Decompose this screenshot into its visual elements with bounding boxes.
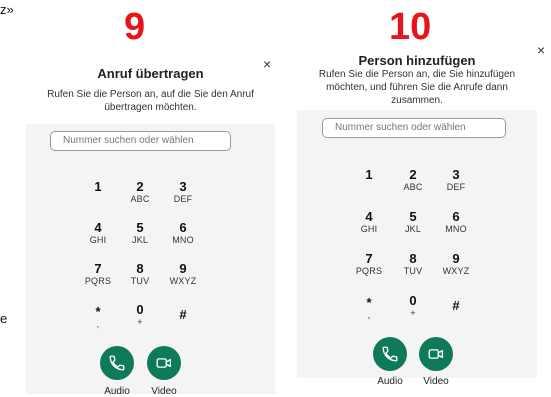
key-5[interactable]: 5 JKL [393, 209, 433, 235]
key-9[interactable]: 9 WXYZ [163, 261, 203, 287]
key-digit: 6 [452, 209, 460, 224]
key-letters: TUV [403, 266, 423, 276]
audio-label: Audio [104, 386, 130, 397]
key-letters: + [410, 308, 416, 318]
search-input[interactable]: Nummer suchen oder wählen [50, 131, 231, 151]
video-label: Video [151, 386, 177, 397]
key-digit: 7 [94, 261, 102, 276]
close-icon[interactable]: × [263, 56, 271, 72]
key-letters: MNO [172, 235, 194, 245]
video-label: Video [423, 376, 449, 387]
key-2[interactable]: 2 ABC [393, 167, 433, 193]
panel-subtitle-line-1: Rufen Sie die Person an, die Sie hinzufü… [318, 69, 516, 80]
key-letters: WXYZ [442, 266, 470, 276]
key-4[interactable]: 4 GHI [349, 209, 389, 235]
key-letters: MNO [445, 224, 467, 234]
key-letters: ABC [403, 182, 423, 192]
key-letters: WXYZ [169, 276, 197, 286]
key-6[interactable]: 6 MNO [163, 220, 203, 246]
audio-call-button[interactable] [373, 337, 407, 371]
key-3[interactable]: 3 DEF [436, 167, 476, 193]
key-digit: 7 [365, 251, 373, 266]
key-8[interactable]: 8 TUV [393, 251, 433, 277]
key-8[interactable]: 8 TUV [120, 261, 160, 287]
key-digit: 0 [136, 302, 144, 317]
key-4[interactable]: 4 GHI [78, 220, 118, 246]
key-0[interactable]: 0 + [120, 302, 160, 328]
panel-title: Anruf übertragen [97, 66, 204, 81]
key-hash[interactable]: # [436, 299, 476, 313]
video-camera-icon [428, 349, 444, 359]
key-letters: GHI [360, 224, 378, 234]
key-digit: 4 [365, 209, 373, 224]
key-digit: 5 [136, 220, 144, 235]
key-digit: # [179, 307, 187, 322]
key-digit: 3 [452, 167, 460, 182]
key-0[interactable]: 0 + [393, 293, 433, 319]
key-1[interactable]: 1 [78, 180, 118, 194]
key-letters: GHI [89, 235, 107, 245]
key-digit: 1 [365, 167, 373, 182]
key-digit: 3 [179, 179, 187, 194]
key-digit: 1 [94, 179, 102, 194]
add-person-panel: Person hinzufügen Rufen Sie die Person a… [297, 44, 537, 387]
edge-text-middle: e [0, 311, 8, 326]
key-digit: 0 [409, 293, 417, 308]
panel-title: Person hinzufügen [358, 53, 476, 68]
key-letters: , [96, 319, 100, 329]
key-letters: DEF [446, 182, 466, 192]
key-letters: DEF [173, 194, 193, 204]
key-digit: 5 [409, 209, 417, 224]
key-hash[interactable]: # [163, 308, 203, 322]
audio-label: Audio [377, 376, 403, 387]
key-1[interactable]: 1 [349, 168, 389, 182]
video-call-button[interactable] [147, 346, 181, 380]
key-letters: TUV [130, 276, 150, 286]
key-7[interactable]: 7 PQRS [78, 261, 118, 287]
key-star[interactable]: *, [349, 295, 389, 321]
key-digit: 2 [409, 167, 417, 182]
key-9[interactable]: 9 WXYZ [436, 251, 476, 277]
video-call-button[interactable] [419, 337, 453, 371]
key-digit: 8 [136, 261, 144, 276]
key-letters: PQRS [355, 266, 383, 276]
key-letters: , [367, 310, 371, 320]
video-camera-icon [156, 358, 172, 368]
panel-subtitle-line-2: übertragen möchten. [104, 102, 197, 113]
key-digit: 9 [179, 261, 187, 276]
panel-subtitle-line-2: möchten, und führen Sie die Anrufe dann [326, 82, 508, 93]
audio-call-button[interactable] [100, 346, 134, 380]
key-digit: 4 [94, 220, 102, 235]
key-6[interactable]: 6 MNO [436, 209, 476, 235]
key-letters: JKL [404, 224, 422, 234]
key-5[interactable]: 5 JKL [120, 220, 160, 246]
key-letters: ABC [130, 194, 150, 204]
panel-subtitle-line-1: Rufen Sie die Person an, auf die Sie den… [47, 89, 254, 100]
key-letters: PQRS [84, 276, 112, 286]
key-3[interactable]: 3 DEF [163, 179, 203, 205]
step-number-left: 9 [124, 6, 146, 48]
key-digit: 6 [179, 220, 187, 235]
phone-icon [382, 346, 398, 362]
key-digit: * [366, 295, 372, 310]
key-digit: 2 [136, 179, 144, 194]
transfer-call-panel: Anruf übertragen × Rufen Sie die Person … [26, 50, 275, 397]
key-letters: + [137, 317, 143, 327]
key-digit: 8 [409, 251, 417, 266]
step-number-right: 10 [389, 6, 432, 48]
close-icon[interactable]: × [537, 42, 545, 58]
key-star[interactable]: *, [78, 304, 118, 330]
search-input[interactable]: Nummer suchen oder wählen [322, 118, 506, 138]
key-digit: * [95, 304, 101, 319]
key-letters: JKL [131, 235, 149, 245]
edge-text-top: z» [0, 2, 14, 17]
phone-icon [109, 355, 125, 371]
panel-subtitle-line-3: zusammen. [391, 95, 443, 106]
key-2[interactable]: 2 ABC [120, 179, 160, 205]
key-digit: # [452, 298, 460, 313]
key-digit: 9 [452, 251, 460, 266]
key-7[interactable]: 7 PQRS [349, 251, 389, 277]
